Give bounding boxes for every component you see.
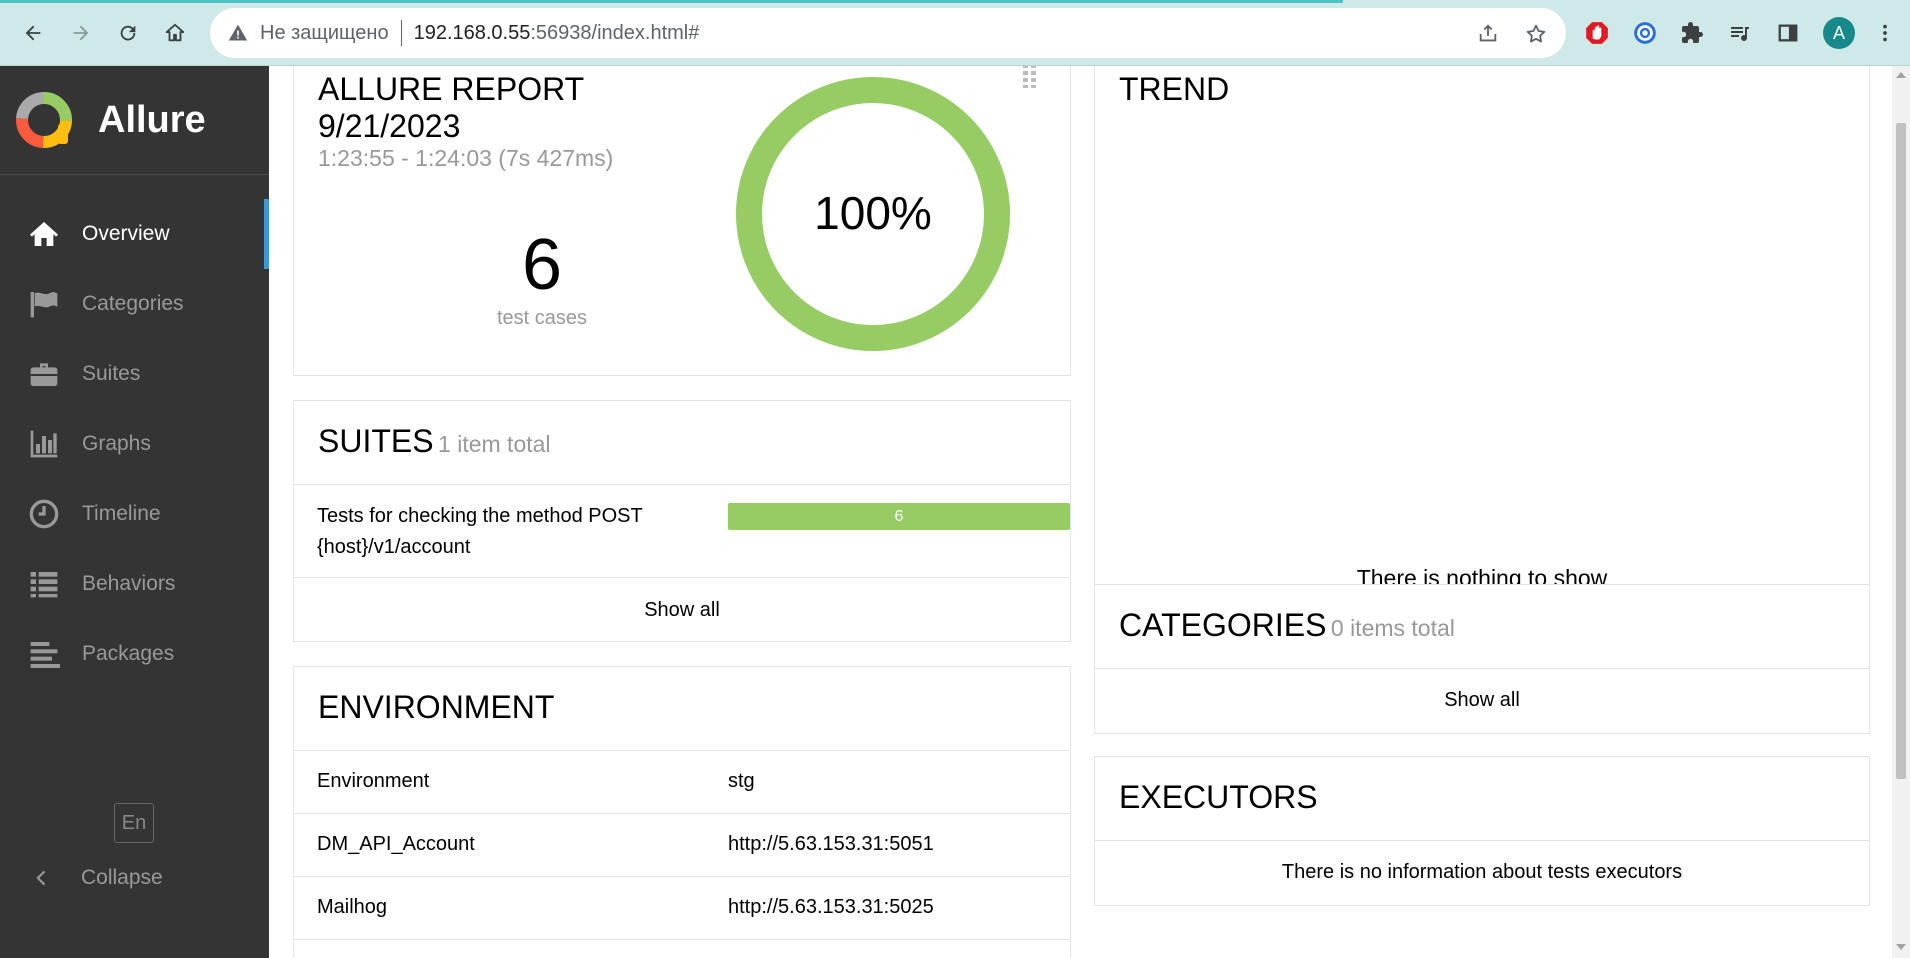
kebab-menu-icon[interactable]	[1870, 18, 1900, 48]
report-date: 9/21/2023	[318, 108, 461, 144]
sidebar-item-label: Overview	[82, 222, 170, 245]
address-divider	[400, 20, 402, 46]
sidebar-item-label: Timeline	[82, 502, 161, 525]
sidebar-item-label: Graphs	[82, 432, 151, 455]
environment-widget: ENVIRONMENT Environment stg DM_API_Accou…	[293, 666, 1071, 958]
sidebar-item-label: Suites	[82, 362, 141, 385]
side-panel-icon[interactable]	[1773, 18, 1803, 48]
bar-chart-icon	[26, 426, 62, 462]
categories-header: CATEGORIES 0 items total	[1095, 585, 1869, 669]
home-icon[interactable]	[160, 18, 190, 48]
puzzle-icon[interactable]	[1677, 18, 1707, 48]
report-title: ALLURE REPORT 9/21/2023	[318, 71, 584, 145]
executors-widget: EXECUTORS There is no information about …	[1094, 756, 1870, 906]
list-icon	[26, 566, 62, 602]
brand-name: Allure	[98, 98, 206, 141]
collapse-label: Collapse	[81, 866, 163, 889]
categories-widget: CATEGORIES 0 items total Show all	[1094, 584, 1870, 734]
forward-arrow-icon[interactable]	[66, 18, 96, 48]
test-count-label: test cases	[496, 307, 588, 329]
brand[interactable]: Allure	[0, 66, 269, 175]
suites-header: SUITES 1 item total	[294, 401, 1070, 485]
extension-ring-icon[interactable]	[1630, 18, 1660, 48]
summary-widget: ALLURE REPORT 9/21/2023 1:23:55 - 1:24:0…	[293, 66, 1071, 376]
overview-content: ALLURE REPORT 9/21/2023 1:23:55 - 1:24:0…	[269, 66, 1892, 958]
env-key: Environment	[317, 770, 430, 792]
sidebar-item-packages[interactable]: Packages	[0, 619, 269, 689]
chevron-left-icon	[30, 866, 54, 890]
home-icon	[26, 216, 62, 252]
env-key: DM_API_Account	[317, 833, 475, 855]
pass-rate-label: 100%	[814, 187, 932, 239]
env-row: Mailhog http://5.63.153.31:5025	[294, 877, 1070, 940]
scroll-up-arrow-icon[interactable]	[1896, 72, 1906, 78]
sidebar-item-label: Behaviors	[82, 572, 176, 595]
collapse-button[interactable]: Collapse	[0, 856, 269, 900]
allure-logo-icon	[16, 92, 72, 148]
suites-title: SUITES	[318, 423, 434, 459]
warning-icon[interactable]	[226, 21, 250, 45]
suites-show-all-link[interactable]: Show all	[294, 579, 1070, 642]
adblock-icon[interactable]	[1582, 18, 1612, 48]
categories-count: 0 items total	[1330, 615, 1455, 641]
browser-toolbar: Не защищено 192.168.0.55:56938/index.htm…	[0, 0, 1910, 66]
drag-handle-icon[interactable]	[1022, 66, 1038, 89]
sidebar-item-overview[interactable]: Overview	[0, 199, 269, 269]
sidebar-item-graphs[interactable]: Graphs	[0, 409, 269, 479]
sidebar-menu: Overview Categories Suites Graphs Timeli…	[0, 199, 269, 689]
sidebar-item-label: Categories	[82, 292, 184, 315]
language-switch[interactable]: En	[114, 803, 154, 843]
suite-name[interactable]: Tests for checking the method POST {host…	[317, 501, 677, 563]
sidebar-item-suites[interactable]: Suites	[0, 339, 269, 409]
categories-show-all-link[interactable]: Show all	[1095, 669, 1869, 732]
report-title-name: ALLURE REPORT	[318, 71, 585, 107]
align-left-icon	[26, 636, 62, 672]
sidebar-item-categories[interactable]: Categories	[0, 269, 269, 339]
scroll-down-arrow-icon[interactable]	[1896, 944, 1906, 950]
security-status: Не защищено	[260, 21, 389, 44]
share-icon[interactable]	[1475, 21, 1501, 47]
pass-rate-donut[interactable]: 100%	[728, 69, 1018, 359]
media-queue-icon[interactable]	[1725, 18, 1755, 48]
sidebar-item-label: Packages	[82, 642, 175, 665]
executors-empty-message: There is no information about tests exec…	[1281, 861, 1683, 883]
suites-widget: SUITES 1 item total Tests for checking t…	[293, 400, 1071, 642]
env-key: Mailhog	[317, 896, 388, 918]
env-value: http://5.63.153.31:5051	[728, 833, 934, 855]
sidebar-item-behaviors[interactable]: Behaviors	[0, 549, 269, 619]
env-row: DM_API_Account http://5.63.153.31:5051	[294, 814, 1070, 877]
categories-title: CATEGORIES	[1119, 607, 1327, 643]
suite-status-bar[interactable]: 6	[728, 503, 1070, 530]
executors-header: EXECUTORS	[1095, 757, 1869, 841]
sidebar-item-timeline[interactable]: Timeline	[0, 479, 269, 549]
report-time-range: 1:23:55 - 1:24:03 (7s 427ms)	[318, 145, 614, 171]
environment-header: ENVIRONMENT	[294, 667, 1070, 751]
url-path: :56938/index.html#	[530, 21, 700, 44]
env-row: Environment stg	[294, 751, 1070, 814]
scroll-thumb[interactable]	[1896, 123, 1906, 779]
sidebar: Allure Overview Categories Suites Graphs	[0, 66, 269, 958]
page-load-progress	[0, 0, 1343, 3]
url-host: 192.168.0.55	[413, 21, 531, 44]
trend-widget: TREND There is nothing to show	[1094, 66, 1870, 626]
flag-icon	[26, 286, 62, 322]
profile-avatar[interactable]: A	[1823, 17, 1855, 49]
trend-title: TREND	[1119, 71, 1230, 107]
clock-icon	[26, 496, 62, 532]
env-value: http://5.63.153.31:5025	[728, 896, 934, 918]
environment-title: ENVIRONMENT	[318, 689, 555, 725]
suites-count: 1 item total	[438, 431, 551, 457]
address-bar[interactable]: Не защищено 192.168.0.55:56938/index.htm…	[210, 8, 1566, 58]
executors-title: EXECUTORS	[1119, 779, 1318, 815]
back-arrow-icon[interactable]	[18, 18, 48, 48]
page-scrollbar[interactable]	[1892, 66, 1910, 958]
star-icon[interactable]	[1523, 21, 1549, 47]
env-value: stg	[728, 770, 755, 792]
suite-row[interactable]: Tests for checking the method POST {host…	[294, 485, 1070, 578]
briefcase-icon	[26, 356, 62, 392]
reload-icon[interactable]	[113, 18, 143, 48]
test-count: 6	[521, 225, 563, 305]
